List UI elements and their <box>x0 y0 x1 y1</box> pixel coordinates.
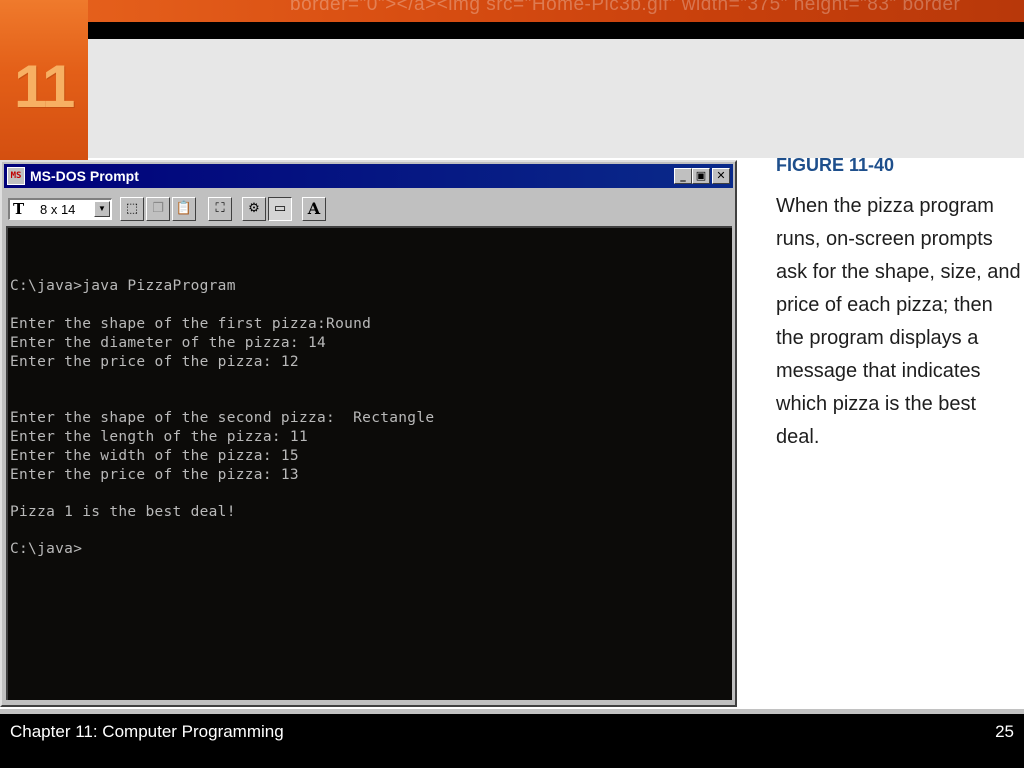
msdos-window: MS MS-DOS Prompt _ ▣ ✕ T 8 x 14 ▼ ⬚ ❐ 📋 … <box>0 160 737 707</box>
console-output[interactable]: C:\java>java PizzaProgram Enter the shap… <box>6 226 732 700</box>
fullscreen-icon[interactable]: ⛶ <box>208 197 232 221</box>
console-line: Enter the diameter of the pizza: 14 <box>10 335 327 351</box>
paste-icon[interactable]: 📋 <box>172 197 196 221</box>
console-line: Enter the width of the pizza: 15 <box>10 448 299 464</box>
caption-line: deal. <box>776 426 820 448</box>
mark-icon[interactable]: ⬚ <box>120 197 144 221</box>
window-controls: _ ▣ ✕ <box>674 168 730 184</box>
console-line: C:\java> <box>10 541 83 557</box>
console-line: Enter the price of the pizza: 13 <box>10 467 299 483</box>
console-line: C:\java>java PizzaProgram <box>10 278 236 294</box>
caption-line: price of each pizza; then <box>776 294 993 316</box>
copy-icon[interactable]: ❐ <box>146 197 170 221</box>
window-titlebar[interactable]: MS MS-DOS Prompt _ ▣ ✕ <box>4 164 733 188</box>
footer-chapter-title: Chapter 11: Computer Programming <box>10 722 284 741</box>
console-line: Enter the price of the pizza: 12 <box>10 354 299 370</box>
maximize-button[interactable]: ▣ <box>692 168 710 184</box>
caption-line: message that indicates <box>776 360 981 382</box>
properties-icon[interactable]: ⚙ <box>242 197 266 221</box>
slide-footer: Chapter 11: Computer Programming 25 <box>0 714 1024 768</box>
background-icon[interactable]: ▭ <box>268 197 292 221</box>
caption-line: When the pizza program <box>776 195 994 217</box>
font-size-select[interactable]: T 8 x 14 ▼ <box>8 198 112 220</box>
figure-caption: When the pizza program runs, on-screen p… <box>776 190 1024 454</box>
font-size-value: 8 x 14 <box>40 202 76 217</box>
console-line: Enter the shape of the first pizza:Round <box>10 316 372 332</box>
chapter-number: 11 <box>14 53 75 120</box>
slide-header-band: border="0"></a><img src="Home-Pic3b.gif"… <box>0 0 1024 22</box>
caption-line: runs, on-screen prompts <box>776 228 993 250</box>
slide-title-area <box>88 39 1024 158</box>
caption-line: ask for the shape, size, and <box>776 261 1021 283</box>
msdos-app-icon[interactable]: MS <box>7 167 25 185</box>
font-icon[interactable]: A <box>302 197 326 221</box>
page-number: 25 <box>995 722 1014 741</box>
window-title: MS-DOS Prompt <box>30 168 139 184</box>
caption-line: which pizza is the best <box>776 393 977 415</box>
truetype-font-icon: T <box>13 200 25 218</box>
header-code-watermark: border="0"></a><img src="Home-Pic3b.gif"… <box>290 0 961 15</box>
chevron-down-icon[interactable]: ▼ <box>94 201 110 217</box>
console-line: Enter the length of the pizza: 11 <box>10 429 308 445</box>
figure-label: FIGURE 11-40 <box>776 155 895 175</box>
console-line: Pizza 1 is the best deal! <box>10 504 236 520</box>
caption-line: the program displays a <box>776 327 979 349</box>
chapter-tab: 11 <box>0 0 88 160</box>
window-toolbar: T 8 x 14 ▼ ⬚ ❐ 📋 ⛶ ⚙ ▭ A <box>4 190 733 224</box>
close-button[interactable]: ✕ <box>712 168 730 184</box>
header-divider <box>88 22 1024 39</box>
console-line: Enter the shape of the second pizza: Rec… <box>10 410 435 426</box>
minimize-button[interactable]: _ <box>674 168 692 184</box>
